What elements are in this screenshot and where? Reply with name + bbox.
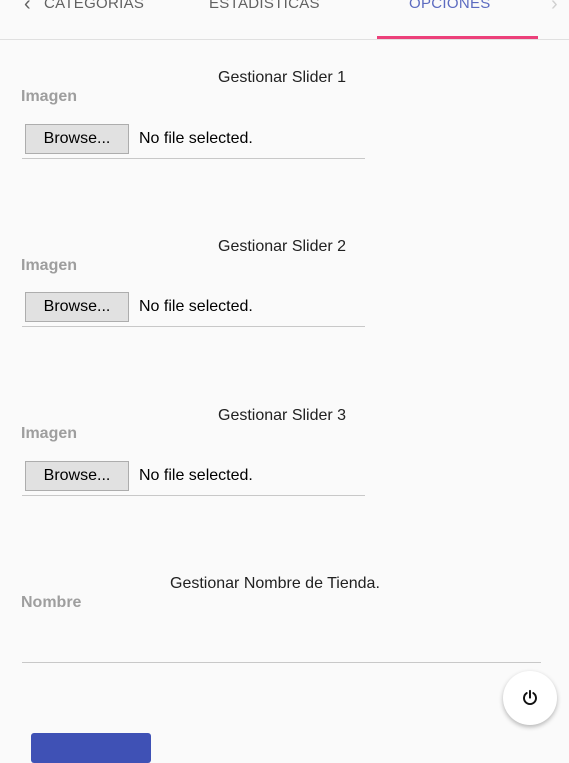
slider-2-title: Gestionar Slider 2 <box>218 238 347 255</box>
slider-1-image-label: Imagen <box>21 88 78 105</box>
chevron-right-icon[interactable]: › <box>551 0 558 14</box>
active-tab-indicator <box>377 36 538 39</box>
slider-1-file-input: Browse... No file selected. <box>22 124 365 159</box>
slider-2-file-input: Browse... No file selected. <box>22 292 365 327</box>
store-name-label: Nombre <box>21 594 82 611</box>
slider-3-browse-button[interactable]: Browse... <box>25 461 129 491</box>
store-name-title: Gestionar Nombre de Tienda. <box>170 575 380 592</box>
slider-2-browse-button[interactable]: Browse... <box>25 292 129 322</box>
slider-3-image-label: Imagen <box>21 425 78 442</box>
tab-opciones[interactable]: OPCIONES <box>409 0 491 14</box>
slider-2-image-label: Imagen <box>21 257 78 274</box>
slider-1-file-status: No file selected. <box>139 130 253 147</box>
slider-3-title: Gestionar Slider 3 <box>218 407 347 424</box>
slider-1-browse-button[interactable]: Browse... <box>25 124 129 154</box>
slider-2-file-status: No file selected. <box>139 298 253 315</box>
tab-bar: ‹ CATEGORIAS ESTADISTICAS OPCIONES › <box>0 0 569 40</box>
slider-3-file-input: Browse... No file selected. <box>22 461 365 496</box>
chevron-left-icon[interactable]: ‹ <box>24 0 31 14</box>
slider-1-title: Gestionar Slider 1 <box>218 69 347 86</box>
tab-estadisticas[interactable]: ESTADISTICAS <box>209 0 320 14</box>
store-name-input[interactable] <box>22 620 541 663</box>
primary-action-button[interactable] <box>31 733 151 763</box>
power-icon <box>523 689 537 706</box>
slider-3-file-status: No file selected. <box>139 467 253 484</box>
power-button[interactable] <box>503 671 557 725</box>
tab-categorias[interactable]: CATEGORIAS <box>44 0 144 14</box>
